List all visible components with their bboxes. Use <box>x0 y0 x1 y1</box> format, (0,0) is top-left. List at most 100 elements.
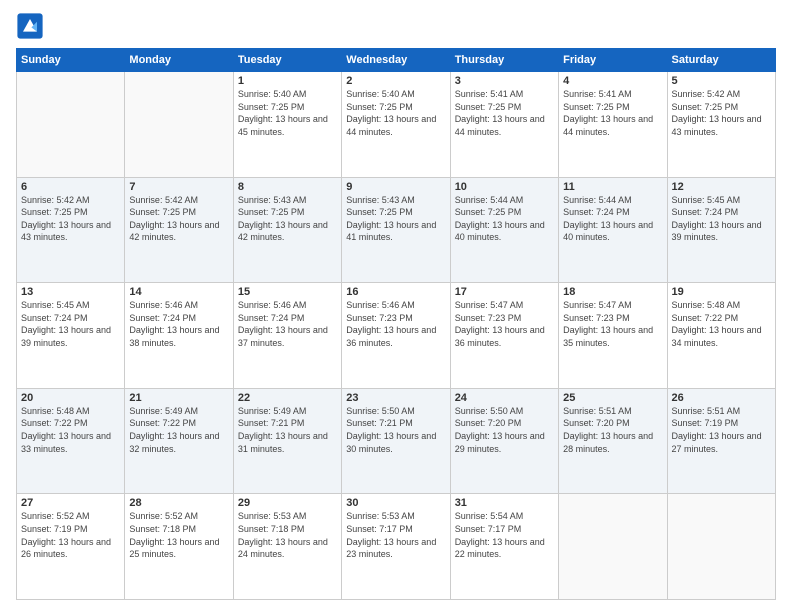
day-number: 22 <box>238 392 337 404</box>
day-info: Sunrise: 5:52 AM Sunset: 7:18 PM Dayligh… <box>129 510 228 560</box>
day-number: 16 <box>346 286 445 298</box>
table-row: 25Sunrise: 5:51 AM Sunset: 7:20 PM Dayli… <box>559 388 667 494</box>
table-row: 9Sunrise: 5:43 AM Sunset: 7:25 PM Daylig… <box>342 177 450 283</box>
day-number: 31 <box>455 497 554 509</box>
day-info: Sunrise: 5:50 AM Sunset: 7:21 PM Dayligh… <box>346 405 445 455</box>
day-number: 13 <box>21 286 120 298</box>
table-row: 7Sunrise: 5:42 AM Sunset: 7:25 PM Daylig… <box>125 177 233 283</box>
day-info: Sunrise: 5:54 AM Sunset: 7:17 PM Dayligh… <box>455 510 554 560</box>
day-info: Sunrise: 5:50 AM Sunset: 7:20 PM Dayligh… <box>455 405 554 455</box>
day-info: Sunrise: 5:47 AM Sunset: 7:23 PM Dayligh… <box>563 299 662 349</box>
day-number: 8 <box>238 181 337 193</box>
table-row: 29Sunrise: 5:53 AM Sunset: 7:18 PM Dayli… <box>233 494 341 600</box>
table-row: 23Sunrise: 5:50 AM Sunset: 7:21 PM Dayli… <box>342 388 450 494</box>
col-sunday: Sunday <box>17 49 125 72</box>
day-number: 28 <box>129 497 228 509</box>
day-info: Sunrise: 5:49 AM Sunset: 7:21 PM Dayligh… <box>238 405 337 455</box>
day-number: 4 <box>563 75 662 87</box>
day-info: Sunrise: 5:46 AM Sunset: 7:23 PM Dayligh… <box>346 299 445 349</box>
day-number: 26 <box>672 392 771 404</box>
day-number: 5 <box>672 75 771 87</box>
day-info: Sunrise: 5:49 AM Sunset: 7:22 PM Dayligh… <box>129 405 228 455</box>
day-number: 11 <box>563 181 662 193</box>
day-info: Sunrise: 5:40 AM Sunset: 7:25 PM Dayligh… <box>346 88 445 138</box>
day-info: Sunrise: 5:53 AM Sunset: 7:18 PM Dayligh… <box>238 510 337 560</box>
day-info: Sunrise: 5:45 AM Sunset: 7:24 PM Dayligh… <box>21 299 120 349</box>
header <box>16 12 776 40</box>
calendar-week-row: 20Sunrise: 5:48 AM Sunset: 7:22 PM Dayli… <box>17 388 776 494</box>
col-monday: Monday <box>125 49 233 72</box>
day-number: 30 <box>346 497 445 509</box>
calendar-week-row: 1Sunrise: 5:40 AM Sunset: 7:25 PM Daylig… <box>17 72 776 178</box>
day-number: 23 <box>346 392 445 404</box>
day-number: 21 <box>129 392 228 404</box>
day-info: Sunrise: 5:40 AM Sunset: 7:25 PM Dayligh… <box>238 88 337 138</box>
day-info: Sunrise: 5:48 AM Sunset: 7:22 PM Dayligh… <box>21 405 120 455</box>
day-info: Sunrise: 5:48 AM Sunset: 7:22 PM Dayligh… <box>672 299 771 349</box>
table-row: 5Sunrise: 5:42 AM Sunset: 7:25 PM Daylig… <box>667 72 775 178</box>
day-info: Sunrise: 5:51 AM Sunset: 7:19 PM Dayligh… <box>672 405 771 455</box>
calendar: Sunday Monday Tuesday Wednesday Thursday… <box>16 48 776 600</box>
day-number: 19 <box>672 286 771 298</box>
day-info: Sunrise: 5:51 AM Sunset: 7:20 PM Dayligh… <box>563 405 662 455</box>
calendar-header-row: Sunday Monday Tuesday Wednesday Thursday… <box>17 49 776 72</box>
table-row: 31Sunrise: 5:54 AM Sunset: 7:17 PM Dayli… <box>450 494 558 600</box>
calendar-week-row: 27Sunrise: 5:52 AM Sunset: 7:19 PM Dayli… <box>17 494 776 600</box>
day-number: 1 <box>238 75 337 87</box>
day-info: Sunrise: 5:46 AM Sunset: 7:24 PM Dayligh… <box>238 299 337 349</box>
col-saturday: Saturday <box>667 49 775 72</box>
table-row: 19Sunrise: 5:48 AM Sunset: 7:22 PM Dayli… <box>667 283 775 389</box>
table-row <box>17 72 125 178</box>
table-row: 3Sunrise: 5:41 AM Sunset: 7:25 PM Daylig… <box>450 72 558 178</box>
table-row: 2Sunrise: 5:40 AM Sunset: 7:25 PM Daylig… <box>342 72 450 178</box>
table-row <box>125 72 233 178</box>
table-row: 4Sunrise: 5:41 AM Sunset: 7:25 PM Daylig… <box>559 72 667 178</box>
col-tuesday: Tuesday <box>233 49 341 72</box>
day-info: Sunrise: 5:42 AM Sunset: 7:25 PM Dayligh… <box>21 194 120 244</box>
table-row: 1Sunrise: 5:40 AM Sunset: 7:25 PM Daylig… <box>233 72 341 178</box>
table-row: 24Sunrise: 5:50 AM Sunset: 7:20 PM Dayli… <box>450 388 558 494</box>
col-thursday: Thursday <box>450 49 558 72</box>
logo-icon <box>16 12 44 40</box>
day-info: Sunrise: 5:41 AM Sunset: 7:25 PM Dayligh… <box>563 88 662 138</box>
day-number: 12 <box>672 181 771 193</box>
day-number: 3 <box>455 75 554 87</box>
day-number: 10 <box>455 181 554 193</box>
day-number: 2 <box>346 75 445 87</box>
page: Sunday Monday Tuesday Wednesday Thursday… <box>0 0 792 612</box>
calendar-week-row: 13Sunrise: 5:45 AM Sunset: 7:24 PM Dayli… <box>17 283 776 389</box>
table-row <box>559 494 667 600</box>
day-number: 17 <box>455 286 554 298</box>
day-info: Sunrise: 5:42 AM Sunset: 7:25 PM Dayligh… <box>129 194 228 244</box>
table-row: 30Sunrise: 5:53 AM Sunset: 7:17 PM Dayli… <box>342 494 450 600</box>
table-row: 10Sunrise: 5:44 AM Sunset: 7:25 PM Dayli… <box>450 177 558 283</box>
day-number: 29 <box>238 497 337 509</box>
day-info: Sunrise: 5:44 AM Sunset: 7:24 PM Dayligh… <box>563 194 662 244</box>
day-info: Sunrise: 5:43 AM Sunset: 7:25 PM Dayligh… <box>346 194 445 244</box>
day-info: Sunrise: 5:45 AM Sunset: 7:24 PM Dayligh… <box>672 194 771 244</box>
table-row: 17Sunrise: 5:47 AM Sunset: 7:23 PM Dayli… <box>450 283 558 389</box>
table-row: 20Sunrise: 5:48 AM Sunset: 7:22 PM Dayli… <box>17 388 125 494</box>
day-info: Sunrise: 5:42 AM Sunset: 7:25 PM Dayligh… <box>672 88 771 138</box>
table-row: 26Sunrise: 5:51 AM Sunset: 7:19 PM Dayli… <box>667 388 775 494</box>
day-info: Sunrise: 5:44 AM Sunset: 7:25 PM Dayligh… <box>455 194 554 244</box>
table-row: 22Sunrise: 5:49 AM Sunset: 7:21 PM Dayli… <box>233 388 341 494</box>
day-number: 14 <box>129 286 228 298</box>
day-info: Sunrise: 5:41 AM Sunset: 7:25 PM Dayligh… <box>455 88 554 138</box>
table-row: 6Sunrise: 5:42 AM Sunset: 7:25 PM Daylig… <box>17 177 125 283</box>
table-row: 12Sunrise: 5:45 AM Sunset: 7:24 PM Dayli… <box>667 177 775 283</box>
day-info: Sunrise: 5:52 AM Sunset: 7:19 PM Dayligh… <box>21 510 120 560</box>
day-number: 24 <box>455 392 554 404</box>
table-row: 13Sunrise: 5:45 AM Sunset: 7:24 PM Dayli… <box>17 283 125 389</box>
day-info: Sunrise: 5:47 AM Sunset: 7:23 PM Dayligh… <box>455 299 554 349</box>
calendar-week-row: 6Sunrise: 5:42 AM Sunset: 7:25 PM Daylig… <box>17 177 776 283</box>
table-row: 27Sunrise: 5:52 AM Sunset: 7:19 PM Dayli… <box>17 494 125 600</box>
day-info: Sunrise: 5:53 AM Sunset: 7:17 PM Dayligh… <box>346 510 445 560</box>
table-row <box>667 494 775 600</box>
day-number: 27 <box>21 497 120 509</box>
table-row: 8Sunrise: 5:43 AM Sunset: 7:25 PM Daylig… <box>233 177 341 283</box>
table-row: 16Sunrise: 5:46 AM Sunset: 7:23 PM Dayli… <box>342 283 450 389</box>
col-friday: Friday <box>559 49 667 72</box>
day-number: 9 <box>346 181 445 193</box>
table-row: 11Sunrise: 5:44 AM Sunset: 7:24 PM Dayli… <box>559 177 667 283</box>
